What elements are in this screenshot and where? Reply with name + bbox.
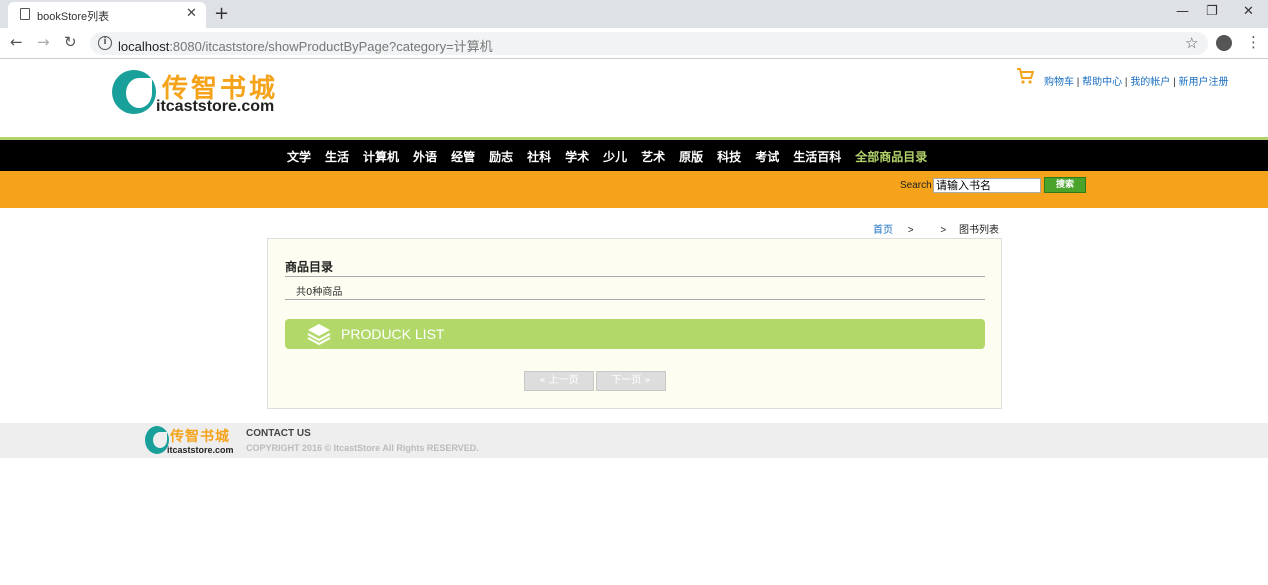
account-links: 购物车 | 帮助中心 | 我的帐户 | 新用户注册 [1044, 77, 1229, 88]
nav-item-foreign[interactable]: 外语 [413, 150, 437, 164]
product-list-header: PRODUCK LIST [285, 319, 985, 349]
category-nav: 文学 生活 计算机 外语 经管 励志 社科 学术 少儿 艺术 原版 科技 考试 生活百科 全部商品目录 [0, 140, 1268, 171]
breadcrumb: 首页 > > 图书列表 [873, 221, 999, 236]
nav-item-literature[interactable]: 文学 [287, 150, 311, 164]
divider [285, 276, 985, 277]
nav-item-art[interactable]: 艺术 [641, 150, 665, 164]
footer-logo[interactable]: 传智书城 itcaststore.com [145, 426, 235, 456]
menu-icon[interactable]: ⋮ [1246, 33, 1261, 51]
breadcrumb-sep: > [940, 225, 947, 236]
nav-item-inspiration[interactable]: 励志 [489, 150, 513, 164]
browser-tab[interactable]: bookStore列表 ✕ [8, 2, 206, 28]
close-tab-icon[interactable]: ✕ [186, 6, 197, 21]
restore-icon[interactable]: ❐ [1206, 4, 1218, 19]
catalog-title: 商品目录 [285, 260, 334, 274]
next-page-button[interactable]: 下一页 » [596, 371, 666, 391]
nav-item-life[interactable]: 生活 [325, 150, 349, 164]
breadcrumb-current: 图书列表 [959, 225, 1000, 236]
category-list: 文学 生活 计算机 外语 经管 励志 社科 学术 少儿 艺术 原版 科技 考试 生活百科 全部商品目录 [287, 148, 941, 165]
nav-item-business[interactable]: 经管 [451, 150, 475, 164]
product-list-label: PRODUCK LIST [341, 326, 445, 342]
url-path: :8080/itcaststore/showProductByPage?cate… [169, 39, 493, 54]
cart-icon[interactable] [1016, 67, 1035, 85]
search-button[interactable]: 搜索 [1044, 177, 1086, 193]
bookmark-star-icon[interactable]: ☆ [1185, 34, 1198, 52]
nav-item-original[interactable]: 原版 [679, 150, 703, 164]
search-input[interactable]: 请输入书名 [933, 178, 1041, 193]
logo-mark-icon [112, 70, 156, 114]
nav-item-technology[interactable]: 科技 [717, 150, 741, 164]
page-icon [20, 8, 30, 20]
breadcrumb-sep: > [907, 225, 914, 236]
forward-icon[interactable]: → [37, 33, 50, 51]
nav-item-encyclopedia[interactable]: 生活百科 [793, 150, 841, 164]
nav-item-exam[interactable]: 考试 [755, 150, 779, 164]
layers-icon [307, 324, 331, 345]
link-cart[interactable]: 购物车 [1044, 77, 1074, 88]
minimize-icon[interactable]: — [1176, 4, 1189, 19]
tab-strip: bookStore列表 ✕ + — ❐ ✕ [0, 0, 1268, 28]
tab-title: bookStore列表 [37, 11, 110, 23]
site-logo[interactable]: 传智书城 itcaststore.com [112, 68, 282, 118]
url-input[interactable]: i localhost:8080/itcaststore/showProduct… [90, 32, 1208, 55]
logo-en-text: itcaststore.com [156, 98, 275, 115]
address-bar: ← → ↻ i localhost:8080/itcaststore/showP… [0, 28, 1268, 59]
footer-logo-en: itcaststore.com [167, 445, 234, 455]
footer: 传智书城 itcaststore.com CONTACT US COPYRIGH… [0, 423, 1268, 458]
nav-item-academic[interactable]: 学术 [565, 150, 589, 164]
profile-icon[interactable] [1216, 35, 1232, 51]
contact-us[interactable]: CONTACT US [246, 428, 311, 439]
divider [285, 299, 985, 300]
prev-page-button[interactable]: « 上一页 [524, 371, 594, 391]
footer-logo-cn: 传智书城 [170, 429, 230, 445]
new-tab-icon[interactable]: + [214, 3, 229, 24]
url-host: localhost [118, 39, 170, 54]
close-window-icon[interactable]: ✕ [1243, 4, 1254, 19]
copyright: COPYRIGHT 2016 © ItcastStore All Rights … [246, 443, 479, 453]
reload-icon[interactable]: ↻ [64, 33, 77, 51]
next-page-label: 下一页 [611, 375, 642, 386]
page: 传智书城 itcaststore.com 购物车 | 帮助中心 | 我的帐户 |… [0, 60, 1268, 585]
catalog-box: 商品目录 共0种商品 PRODUCK LIST « 上一页 下一页 » [267, 238, 1002, 409]
prev-page-label: 上一页 [548, 375, 579, 386]
search-label: Search [900, 180, 932, 191]
link-account[interactable]: 我的帐户 [1130, 77, 1170, 88]
nav-item-all[interactable]: 全部商品目录 [855, 150, 927, 164]
nav-item-children[interactable]: 少儿 [603, 150, 627, 164]
link-register[interactable]: 新用户注册 [1178, 77, 1228, 88]
product-count: 共0种商品 [296, 287, 343, 298]
info-icon[interactable]: i [98, 36, 112, 50]
nav-item-social[interactable]: 社科 [527, 150, 551, 164]
search-bar: Search 请输入书名 搜索 [0, 171, 1268, 208]
nav-item-computer[interactable]: 计算机 [363, 150, 399, 164]
footer-logo-mark-icon [145, 426, 169, 454]
link-help[interactable]: 帮助中心 [1082, 77, 1122, 88]
url-text: localhost:8080/itcaststore/showProductBy… [118, 36, 493, 55]
breadcrumb-home[interactable]: 首页 [873, 225, 893, 236]
back-icon[interactable]: ← [10, 33, 23, 51]
